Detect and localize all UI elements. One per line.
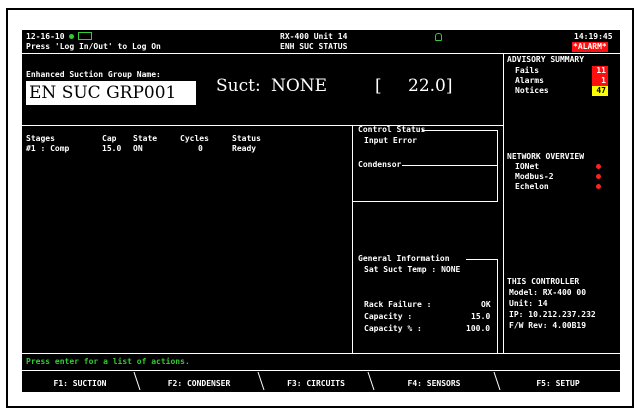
col-header-cycles: Cycles	[180, 134, 209, 143]
stage-cap: 15.0	[102, 144, 122, 153]
alarm-badge[interactable]: *ALARM*	[572, 42, 608, 52]
controller-unit: Unit: 14	[509, 299, 548, 308]
clock-time: 14:19:45	[574, 32, 613, 41]
capacity-value: 15.0	[471, 312, 491, 321]
lock-icon	[435, 33, 442, 41]
col-header-cap: Cap	[102, 134, 117, 143]
control-status-title: Control Status	[358, 125, 426, 134]
notices-count-badge[interactable]: 47	[592, 86, 608, 96]
capacity-pct-value: 100.0	[466, 324, 491, 333]
capacity-label: Capacity :	[364, 312, 413, 321]
right-panel-divider	[503, 53, 504, 353]
suct-setpoint: 22.0]	[408, 76, 453, 96]
network-icon	[78, 32, 92, 40]
echelon-status-icon	[596, 184, 601, 189]
controller-screen: 12-16-10 Press 'Log In/Out' to Log On RX…	[22, 30, 620, 392]
main-box-divider	[352, 125, 353, 353]
group-name-field[interactable]: EN SUC GRP001	[26, 81, 196, 105]
network-echelon-label: Echelon	[515, 182, 549, 191]
network-ionet-label: IONet	[515, 162, 540, 171]
controller-fw: F/W Rev: 4.00B19	[509, 321, 587, 330]
sat-suct-temp: Sat Suct Temp : NONE	[364, 265, 461, 274]
general-info-rule	[466, 259, 497, 260]
suct-value: NONE	[271, 76, 328, 96]
col-header-state: State	[133, 134, 158, 143]
network-title: NETWORK OVERVIEW	[507, 152, 585, 161]
bracket-open: [	[375, 76, 382, 96]
general-info-right	[497, 259, 498, 353]
footer-divider	[22, 353, 620, 354]
capacity-pct-label: Capacity % :	[364, 324, 422, 333]
group-name-label: Enhanced Suction Group Name:	[26, 70, 161, 79]
advisory-fails-label: Fails	[515, 66, 540, 75]
alarms-count-badge[interactable]: 1	[592, 76, 608, 86]
condensor-title: Condensor	[358, 160, 402, 169]
controller-ip: IP: 10.212.237.232	[509, 310, 596, 319]
control-status-rule	[422, 130, 497, 131]
date-text: 12-16-10	[26, 32, 65, 41]
stage-name: #1 : Comp	[26, 144, 70, 153]
unit-title: RX-400 Unit 14	[280, 32, 348, 41]
advisory-title: ADVISORY SUMMARY	[507, 55, 585, 64]
footer-prompt: Press enter for a list of actions.	[26, 357, 190, 366]
fails-count-badge[interactable]: 11	[592, 66, 608, 76]
control-box-right	[497, 130, 498, 201]
header-divider	[22, 53, 620, 54]
col-header-status: Status	[232, 134, 261, 143]
stage-state: ON	[133, 144, 143, 153]
stage-cycles: 0	[198, 144, 203, 153]
general-info-title: General Information	[358, 254, 450, 263]
login-prompt: Press 'Log In/Out' to Log On	[26, 42, 161, 51]
controller-model: Model: RX-400 00	[509, 288, 587, 297]
ionet-status-icon	[596, 164, 601, 169]
col-header-stages: Stages	[26, 134, 55, 143]
controller-title: THIS CONTROLLER	[507, 277, 580, 286]
group-name-value: EN SUC GRP001	[29, 83, 177, 103]
advisory-notices-label: Notices	[515, 86, 549, 95]
modbus-status-icon	[596, 174, 601, 179]
suct-label: Suct:	[216, 76, 261, 96]
condensor-box-bottom	[352, 201, 498, 202]
rack-failure-label: Rack Failure :	[364, 300, 432, 309]
advisory-alarms-label: Alarms	[515, 76, 544, 85]
status-dot-icon	[69, 34, 74, 39]
rack-failure-value: OK	[481, 300, 491, 309]
screen-name: ENH SUC STATUS	[280, 42, 348, 51]
condensor-rule	[402, 165, 497, 166]
stage-status: Ready	[232, 144, 257, 153]
control-status-value: Input Error	[364, 136, 417, 145]
fkey-tab-separators	[133, 371, 501, 391]
main-box-top	[22, 125, 503, 126]
network-modbus-label: Modbus-2	[515, 172, 554, 181]
